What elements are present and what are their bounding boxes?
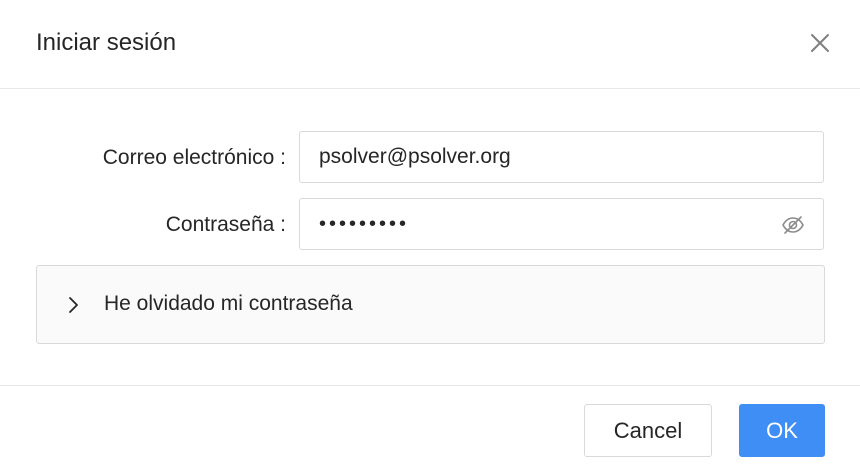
forgot-password-collapse[interactable]: He olvidado mi contraseña xyxy=(36,265,825,344)
password-field-container[interactable] xyxy=(299,198,824,250)
dialog-body: Correo electrónico : Contraseña : He olv… xyxy=(0,89,860,385)
email-field[interactable] xyxy=(319,132,759,182)
close-icon xyxy=(811,34,829,52)
login-dialog: Iniciar sesión Correo electrónico : Cont… xyxy=(0,0,860,472)
password-label: Contraseña : xyxy=(165,213,286,236)
dialog-footer: Cancel OK xyxy=(0,385,860,472)
email-label: Correo electrónico : xyxy=(102,146,286,169)
chevron-right-icon xyxy=(69,297,78,313)
password-field[interactable] xyxy=(319,199,759,249)
eye-slash-icon xyxy=(782,216,804,234)
ok-button[interactable]: OK xyxy=(739,404,825,457)
dialog-header: Iniciar sesión xyxy=(0,0,860,89)
dialog-title: Iniciar sesión xyxy=(36,29,177,56)
cancel-button[interactable]: Cancel xyxy=(584,404,712,457)
email-field-container[interactable] xyxy=(299,131,824,183)
close-button[interactable] xyxy=(804,28,836,60)
password-visibility-toggle[interactable] xyxy=(781,213,805,237)
forgot-password-label: He olvidado mi contraseña xyxy=(104,292,353,315)
